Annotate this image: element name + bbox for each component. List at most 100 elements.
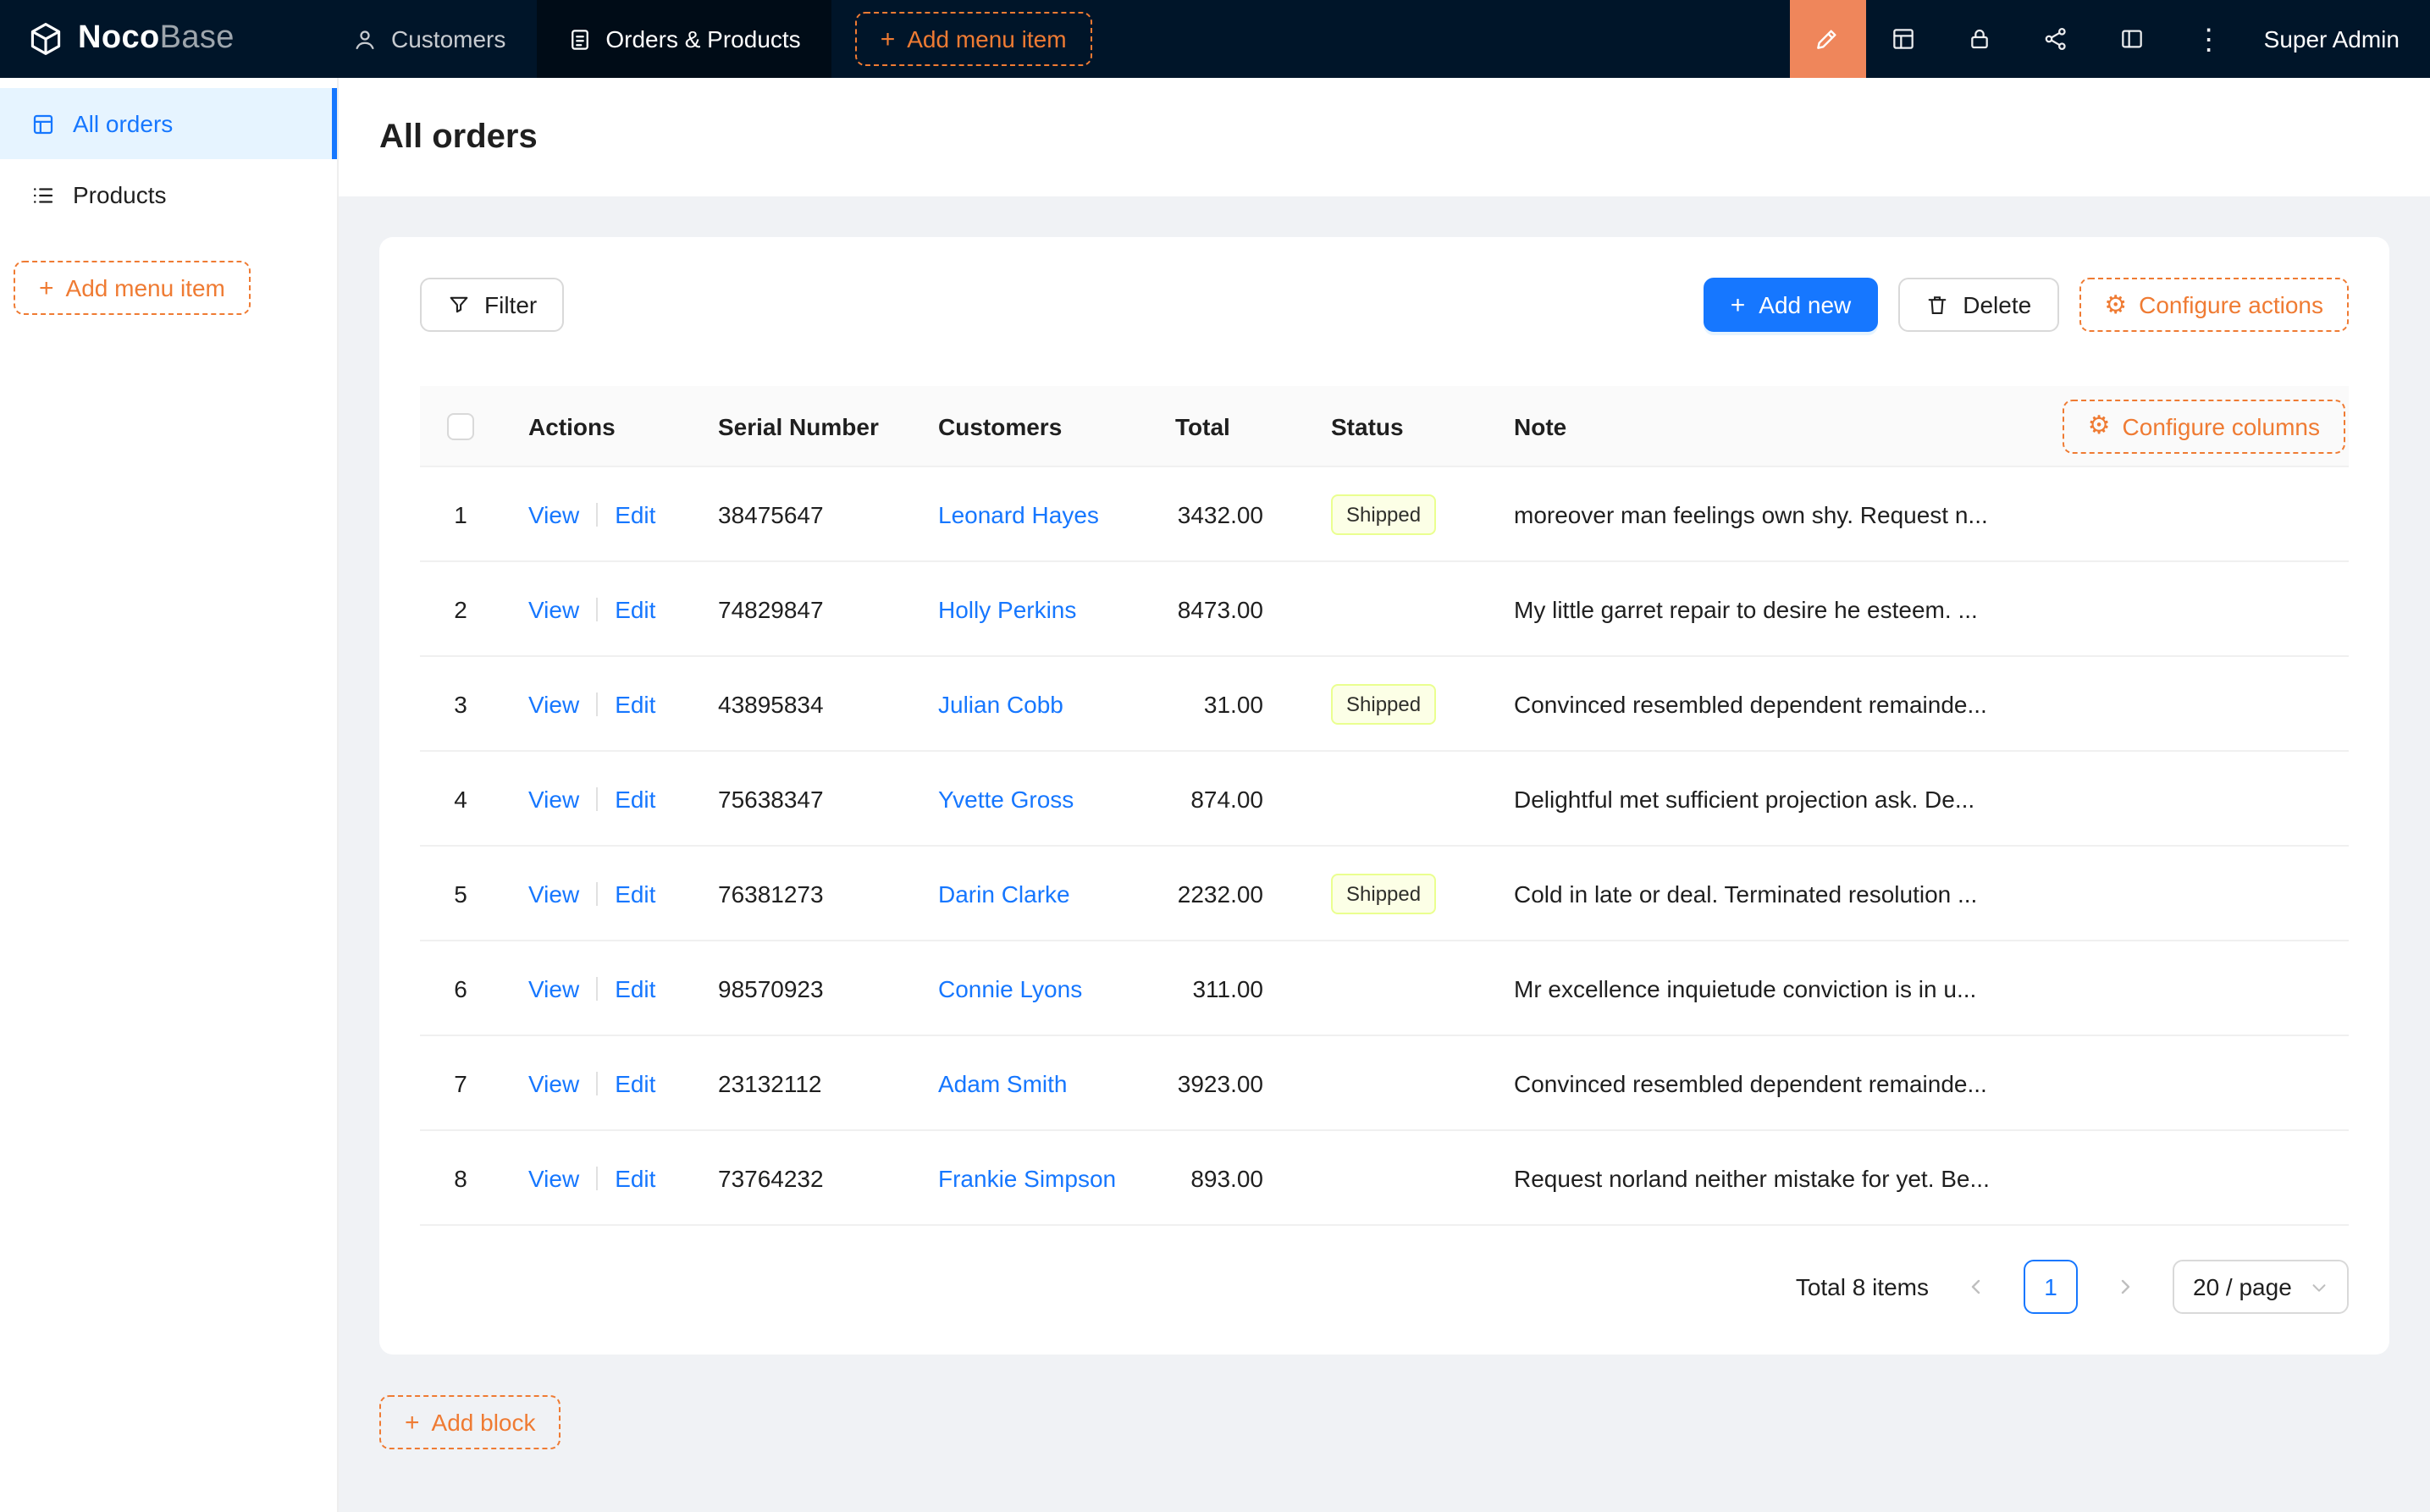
edit-link[interactable]: Edit — [615, 974, 655, 1002]
page-header: All orders — [339, 78, 2430, 196]
top-navbar: NocoBase Customers Orders & Products + A… — [0, 0, 2430, 78]
serial-number-value: 98570923 — [718, 974, 824, 1002]
row-index: 7 — [454, 1069, 467, 1096]
row-actions-cell: View Edit — [501, 595, 691, 622]
edit-link[interactable]: Edit — [615, 1164, 655, 1191]
navbar-add-menu-item-button[interactable]: + Add menu item — [855, 12, 1092, 66]
table-row: 7 ViewEdit 23132112 Adam Smith 3923.00 C… — [420, 1036, 2349, 1131]
note-value: Convinced resembled dependent remainde..… — [1514, 1069, 1987, 1096]
column-header-status: Status — [1304, 412, 1487, 439]
view-link[interactable]: View — [528, 500, 579, 527]
user-name: Super Admin — [2264, 25, 2400, 52]
customer-link[interactable]: Holly Perkins — [938, 595, 1076, 622]
lock-icon — [1967, 25, 1994, 52]
page-number-1[interactable]: 1 — [2024, 1260, 2078, 1314]
customer-link[interactable]: Julian Cobb — [938, 690, 1063, 717]
add-new-button[interactable]: + Add new — [1704, 278, 1879, 332]
filter-button[interactable]: Filter — [420, 278, 564, 332]
view-link[interactable]: View — [528, 974, 579, 1002]
column-header-total: Total — [1148, 412, 1304, 439]
delete-button[interactable]: Delete — [1898, 278, 2058, 332]
app-root: NocoBase Customers Orders & Products + A… — [0, 0, 2430, 1512]
sidebar-item-products[interactable]: Products — [0, 159, 337, 230]
navbar-right-actions: ⋮ Super Admin — [1790, 0, 2430, 78]
nav-tab-label: Orders & Products — [605, 25, 800, 52]
note-value: Cold in late or deal. Terminated resolut… — [1514, 880, 1977, 907]
user-menu[interactable]: Super Admin — [2247, 0, 2430, 78]
edit-link[interactable]: Edit — [615, 690, 655, 717]
nav-tab-orders-products[interactable]: Orders & Products — [536, 0, 831, 78]
edit-link[interactable]: Edit — [615, 500, 655, 527]
customer-link[interactable]: Darin Clarke — [938, 880, 1070, 907]
edit-link[interactable]: Edit — [615, 1069, 655, 1096]
nocobase-logo[interactable]: NocoBase — [0, 0, 322, 78]
table-row: 4 ViewEdit 75638347 Yvette Gross 874.00 … — [420, 752, 2349, 847]
edit-link[interactable]: Edit — [615, 595, 655, 622]
total-value: 2232.00 — [1178, 880, 1263, 907]
actions-divider — [596, 502, 598, 526]
serial-number-value: 74829847 — [718, 595, 824, 622]
edit-link[interactable]: Edit — [615, 880, 655, 907]
row-index-cell: 7 — [420, 1069, 501, 1096]
view-link[interactable]: View — [528, 880, 579, 907]
note-value: Mr excellence inquietude conviction is i… — [1514, 974, 1976, 1002]
view-link[interactable]: View — [528, 785, 579, 812]
configure-columns-button[interactable]: ⚙ Configure columns — [2063, 399, 2345, 453]
view-link[interactable]: View — [528, 595, 579, 622]
ui-editor-button[interactable] — [1790, 0, 1866, 78]
permissions-button[interactable] — [1942, 0, 2019, 78]
layout-button[interactable] — [2095, 0, 2171, 78]
select-all-checkbox[interactable] — [447, 412, 474, 439]
customer-link[interactable]: Adam Smith — [938, 1069, 1068, 1096]
customer-link[interactable]: Frankie Simpson — [938, 1164, 1116, 1191]
plus-icon: + — [39, 275, 54, 301]
plus-icon: + — [1731, 292, 1746, 317]
actions-divider — [596, 1166, 598, 1189]
row-actions-cell: View Edit — [501, 785, 691, 812]
row-index-cell: 2 — [420, 595, 501, 622]
orders-icon — [566, 26, 592, 52]
row-index: 2 — [454, 595, 467, 622]
view-link[interactable]: View — [528, 1164, 579, 1191]
add-menu-item-label: Add menu item — [907, 25, 1066, 52]
customer-link[interactable]: Leonard Hayes — [938, 500, 1099, 527]
sidebar: All orders Products + Add menu item — [0, 78, 339, 1512]
note-cell: Convinced resembled dependent remainde..… — [1487, 690, 2027, 717]
actions-divider — [596, 976, 598, 1000]
note-cell: moreover man feelings own shy. Request n… — [1487, 500, 2027, 527]
chevron-right-icon — [2115, 1277, 2135, 1297]
actions-divider — [596, 692, 598, 715]
nav-tab-customers[interactable]: Customers — [322, 0, 536, 78]
row-index-cell: 1 — [420, 500, 501, 527]
orders-table-block: Filter + Add new Delete ⚙ — [379, 237, 2389, 1355]
view-link[interactable]: View — [528, 1069, 579, 1096]
page-size-select[interactable]: 20 / page — [2173, 1260, 2349, 1314]
row-index: 6 — [454, 974, 467, 1002]
total-cell: 31.00 — [1148, 690, 1304, 717]
actions-divider — [596, 786, 598, 810]
sidebar-item-all-orders[interactable]: All orders — [0, 88, 337, 159]
page-title: All orders — [379, 118, 538, 157]
row-index: 1 — [454, 500, 467, 527]
customer-link[interactable]: Yvette Gross — [938, 785, 1074, 812]
collections-button[interactable] — [1866, 0, 1942, 78]
delete-label: Delete — [1963, 291, 2031, 318]
previous-page-button[interactable] — [1949, 1260, 2003, 1314]
sidebar-add-menu-item-button[interactable]: + Add menu item — [14, 261, 251, 315]
customer-cell: Yvette Gross — [911, 785, 1148, 812]
table-body: 1 ViewEdit 38475647 Leonard Hayes 3432.0… — [420, 467, 2349, 1226]
next-page-button[interactable] — [2098, 1260, 2152, 1314]
edit-link[interactable]: Edit — [615, 785, 655, 812]
total-cell: 893.00 — [1148, 1164, 1304, 1191]
view-link[interactable]: View — [528, 690, 579, 717]
add-block-label: Add block — [432, 1409, 536, 1436]
customer-cell: Connie Lyons — [911, 974, 1148, 1002]
configure-actions-button[interactable]: ⚙ Configure actions — [2079, 278, 2349, 332]
api-share-button[interactable] — [2019, 0, 2095, 78]
customer-link[interactable]: Connie Lyons — [938, 974, 1082, 1002]
status-cell: Shipped — [1304, 683, 1487, 724]
plus-icon: + — [881, 26, 896, 52]
add-block-button[interactable]: + Add block — [379, 1395, 561, 1449]
more-button[interactable]: ⋮ — [2171, 0, 2247, 78]
serial-number-cell: 43895834 — [691, 690, 911, 717]
